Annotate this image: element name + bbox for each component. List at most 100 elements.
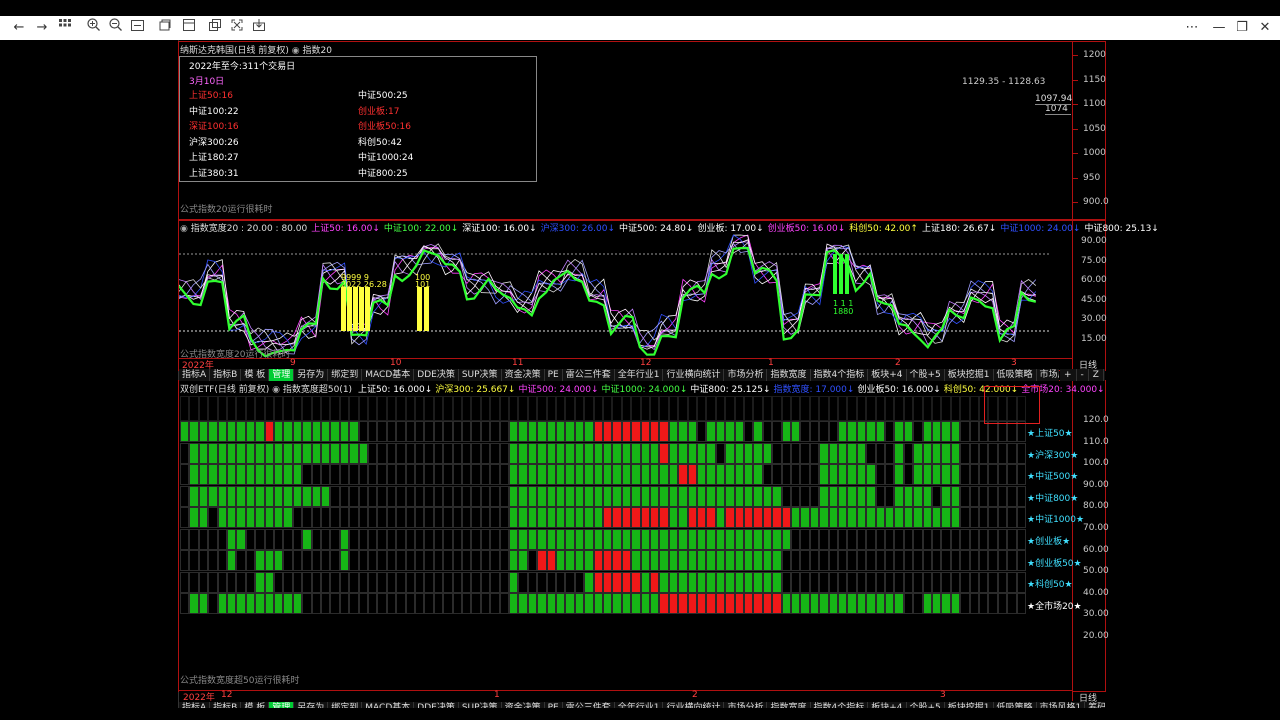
- minimize-icon[interactable]: —: [1210, 18, 1228, 38]
- heatmap-cell: [593, 550, 603, 571]
- tab-资金决策[interactable]: 资金决策: [502, 702, 545, 708]
- heatmap-header-cell: [198, 396, 209, 421]
- signal-bar: [424, 287, 429, 331]
- heatmap-cell: [546, 593, 556, 614]
- forward-icon[interactable]: →: [33, 18, 51, 38]
- heatmap-cell: [612, 442, 622, 464]
- heatmap-cell: [612, 571, 622, 593]
- tab-板块+4[interactable]: 板块+4: [868, 702, 907, 708]
- heatmap-cell: [396, 485, 406, 507]
- tab-行业横向统计[interactable]: 行业横向统计: [663, 702, 725, 708]
- tab-管理[interactable]: 管理: [269, 702, 295, 708]
- close-icon[interactable]: ✕: [1256, 18, 1274, 38]
- heatmap-cell: [368, 550, 378, 571]
- heatmap-cell: [941, 421, 951, 442]
- copy-icon[interactable]: [180, 18, 198, 38]
- tab-雷公三件套[interactable]: 雷公三件套: [563, 369, 615, 381]
- tab-SUP决策[interactable]: SUP决策: [459, 702, 502, 708]
- y-tick-label: 50.00: [1083, 566, 1109, 577]
- tab-管理[interactable]: 管理: [269, 369, 295, 381]
- tab-板块+4[interactable]: 板块+4: [868, 369, 907, 381]
- heatmap-cell: [668, 507, 679, 528]
- heatmap-cell: [697, 485, 707, 507]
- heatmap-cell: [772, 593, 782, 614]
- tab-市场分析[interactable]: 市场分析: [724, 369, 768, 381]
- tab-指标A[interactable]: 指标A: [179, 702, 211, 708]
- tab-雷公三件套[interactable]: 雷公三件套: [563, 702, 615, 708]
- tab-SUP决策[interactable]: SUP决策: [459, 369, 502, 381]
- tab-绑定到[interactable]: 绑定到: [328, 702, 363, 708]
- tab-筹码黄金[interactable]: 筹码黄金: [1085, 702, 1105, 708]
- tab-指数宽度[interactable]: 指数宽度: [767, 369, 811, 381]
- heatmap-cell: [396, 464, 406, 485]
- heatmap-cell: [753, 442, 763, 464]
- tab-MACD基本[interactable]: MACD基本: [362, 369, 415, 381]
- tab-全年行业1[interactable]: 全年行业1: [615, 702, 664, 708]
- tab-市场风格1[interactable]: 市场风格1: [1037, 369, 1059, 381]
- tab-板块挖掘1[interactable]: 板块挖掘1: [945, 369, 994, 381]
- heatmap-cell: [424, 442, 434, 464]
- tab-指数宽度[interactable]: 指数宽度: [767, 702, 811, 708]
- tab-板块挖掘1[interactable]: 板块挖掘1: [945, 702, 994, 708]
- tab-个股+5[interactable]: 个股+5: [907, 702, 945, 708]
- expand-icon[interactable]: [228, 18, 246, 38]
- heatmap-cell: [621, 593, 632, 614]
- heatmap-cell: [772, 464, 782, 485]
- heatmap-cell: [819, 550, 829, 571]
- heatmap-cell: [847, 571, 857, 593]
- tab-模 板[interactable]: 模 板: [241, 369, 270, 381]
- tab-指标B[interactable]: 指标B: [210, 702, 242, 708]
- heatmap-cell: [180, 442, 190, 464]
- heatmap-cell: [612, 550, 622, 571]
- tab-PE[interactable]: PE: [545, 702, 563, 708]
- tab-DDE决策[interactable]: DDE决策: [414, 702, 459, 708]
- tab-低吸策略[interactable]: 低吸策略: [994, 369, 1037, 381]
- tab-PE[interactable]: PE: [545, 369, 563, 381]
- heatmap-cell: [386, 528, 397, 550]
- grid-icon[interactable]: [56, 18, 74, 38]
- signal-bar: [359, 287, 364, 331]
- heatmap-header-cell: [480, 396, 491, 421]
- heatmap-cell: [631, 464, 641, 485]
- tab-指标A[interactable]: 指标A: [179, 369, 211, 381]
- heatmap-cell: [640, 593, 650, 614]
- tab-指数4个指标[interactable]: 指数4个指标: [811, 702, 869, 708]
- back-icon[interactable]: ←: [10, 18, 28, 38]
- heatmap-cell: [668, 593, 679, 614]
- zoom-in-icon[interactable]: [84, 18, 102, 38]
- fit-icon[interactable]: [128, 18, 146, 38]
- tab-control[interactable]: -: [1077, 369, 1089, 381]
- tab-市场分析[interactable]: 市场分析: [724, 702, 768, 708]
- tab-行业横向统计[interactable]: 行业横向统计: [663, 369, 725, 381]
- heatmap-cell: [612, 593, 622, 614]
- heatmap-cell: [1007, 464, 1017, 485]
- heatmap-cell: [885, 485, 895, 507]
- heatmap-cell: [997, 550, 1008, 571]
- tab-MACD基本[interactable]: MACD基本: [362, 702, 415, 708]
- tab-control[interactable]: +: [1060, 369, 1077, 381]
- heatmap-cell: [678, 571, 688, 593]
- save-icon[interactable]: [250, 18, 268, 38]
- heatmap-cell: [875, 528, 885, 550]
- tab-模 板[interactable]: 模 板: [241, 702, 270, 708]
- zoom-out-icon[interactable]: [106, 18, 124, 38]
- tab-个股+5[interactable]: 个股+5: [907, 369, 945, 381]
- tab-低吸策略[interactable]: 低吸策略: [994, 702, 1037, 708]
- tab-DDE决策[interactable]: DDE决策: [414, 369, 459, 381]
- heatmap-cell: [809, 528, 820, 550]
- y-tick-label: 75.00: [1081, 255, 1107, 266]
- tab-另存为[interactable]: 另存为: [294, 702, 329, 708]
- tab-指标B[interactable]: 指标B: [210, 369, 242, 381]
- crop-icon[interactable]: [206, 18, 224, 38]
- tab-资金决策[interactable]: 资金决策: [502, 369, 545, 381]
- tab-指数4个指标[interactable]: 指数4个指标: [811, 369, 869, 381]
- tab-另存为[interactable]: 另存为: [294, 369, 329, 381]
- tab-市场风格1[interactable]: 市场风格1: [1037, 702, 1086, 708]
- heatmap-cell: [274, 550, 284, 571]
- rotate-icon[interactable]: [156, 18, 174, 38]
- restore-icon[interactable]: ❐: [1233, 18, 1251, 38]
- tab-全年行业1[interactable]: 全年行业1: [615, 369, 664, 381]
- more-icon[interactable]: ⋯: [1183, 18, 1201, 38]
- tab-control[interactable]: Z: [1089, 369, 1104, 381]
- tab-绑定到[interactable]: 绑定到: [328, 369, 363, 381]
